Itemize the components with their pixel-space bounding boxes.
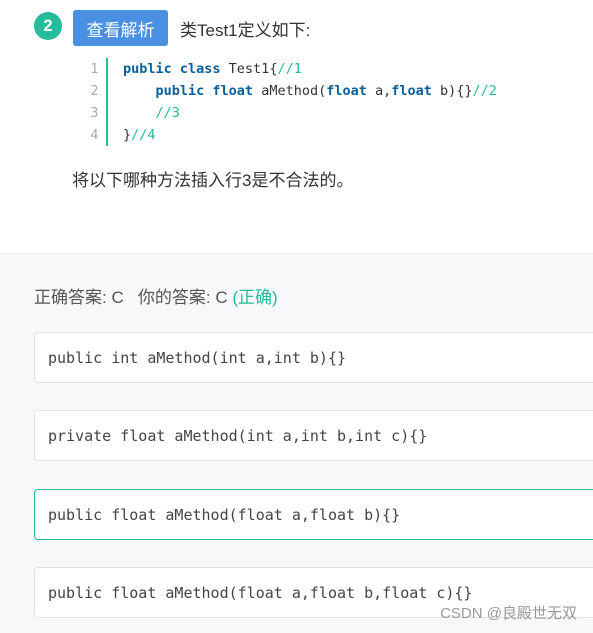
code-line-3: //3 bbox=[123, 102, 497, 124]
code-text: } bbox=[123, 127, 132, 143]
question-panel: 2 查看解析 类Test1定义如下: 1 2 3 4 public class … bbox=[0, 0, 593, 253]
line-number: 3 bbox=[90, 105, 99, 121]
view-analysis-button[interactable]: 查看解析 bbox=[73, 10, 168, 46]
answer-summary: 正确答案: C 你的答案: C (正确) bbox=[34, 283, 278, 308]
keyword: public float bbox=[155, 83, 254, 99]
answer-panel: 正确答案: C 你的答案: C (正确) public int aMethod(… bbox=[0, 253, 593, 633]
line-number: 1 bbox=[90, 61, 99, 77]
code-comment: //4 bbox=[131, 127, 156, 143]
correct-answer-label: 正确答案: C bbox=[34, 288, 124, 307]
line-number: 2 bbox=[90, 83, 99, 99]
keyword: float bbox=[326, 83, 367, 99]
code-line-4: }//4 bbox=[123, 124, 497, 146]
answer-status: (正确) bbox=[232, 288, 278, 307]
code-text: a, bbox=[366, 83, 392, 99]
keyword: float bbox=[391, 83, 432, 99]
option-b[interactable]: private float aMethod(int a,int b,int c)… bbox=[34, 410, 593, 461]
question-number-badge: 2 bbox=[34, 12, 62, 40]
code-comment: //2 bbox=[472, 83, 497, 99]
question-text: 将以下哪种方法插入行3是不合法的。 bbox=[72, 171, 354, 190]
watermark: CSDN @良殿世无双 bbox=[440, 605, 577, 622]
line-number: 4 bbox=[90, 127, 99, 143]
code-comment: //3 bbox=[155, 105, 180, 121]
code-text: aMethod( bbox=[253, 83, 327, 99]
code-text: Test1{ bbox=[220, 61, 278, 77]
code-lines: public class Test1{//1 public float aMet… bbox=[123, 58, 497, 146]
option-c[interactable]: public float aMethod(float a,float b){} bbox=[34, 489, 593, 540]
your-answer-label: 你的答案: C bbox=[137, 288, 228, 307]
line-number-gutter: 1 2 3 4 bbox=[83, 58, 108, 146]
code-text: b){} bbox=[431, 83, 473, 99]
option-a[interactable]: public int aMethod(int a,int b){} bbox=[34, 332, 593, 383]
keyword: public class bbox=[123, 61, 221, 77]
code-comment: //1 bbox=[277, 61, 302, 77]
question-title: 类Test1定义如下: bbox=[180, 21, 311, 40]
code-line-2: public float aMethod(float a,float b){}/… bbox=[123, 80, 497, 102]
code-line-1: public class Test1{//1 bbox=[123, 58, 497, 80]
code-block: 1 2 3 4 public class Test1{//1 public fl… bbox=[83, 58, 553, 146]
